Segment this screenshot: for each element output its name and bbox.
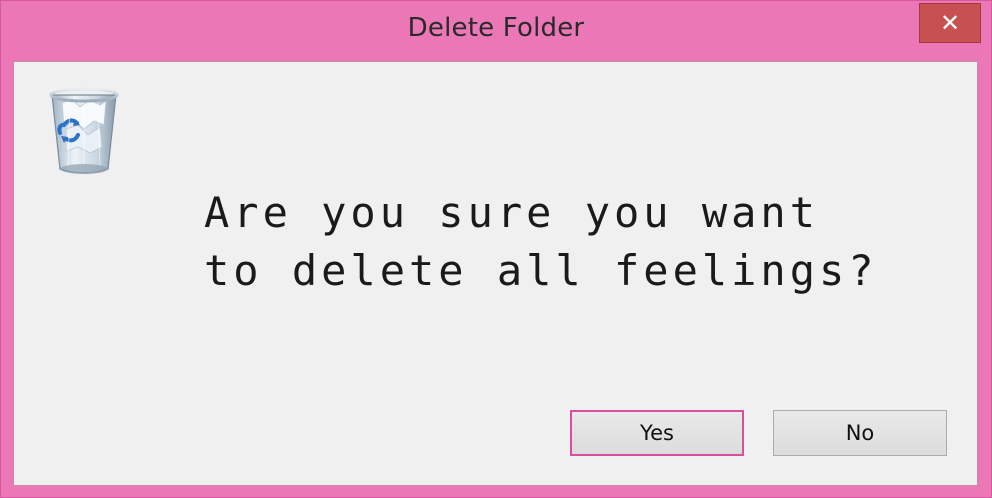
close-icon: ✕ xyxy=(939,9,961,37)
recycle-bin-icon xyxy=(49,87,119,174)
window-title: Delete Folder xyxy=(407,13,585,43)
dialog-content: Are you sure you want to delete all feeli… xyxy=(13,61,978,486)
message-line-2: to delete all feelings? xyxy=(204,246,878,295)
confirmation-message: Are you sure you want to delete all feeli… xyxy=(204,184,878,300)
no-button[interactable]: No xyxy=(773,410,947,456)
dialog-window: Delete Folder ✕ Are you sure you want to… xyxy=(0,0,992,498)
yes-button[interactable]: Yes xyxy=(570,410,744,456)
message-line-1: Are you sure you want xyxy=(204,188,820,237)
close-button[interactable]: ✕ xyxy=(919,3,981,43)
